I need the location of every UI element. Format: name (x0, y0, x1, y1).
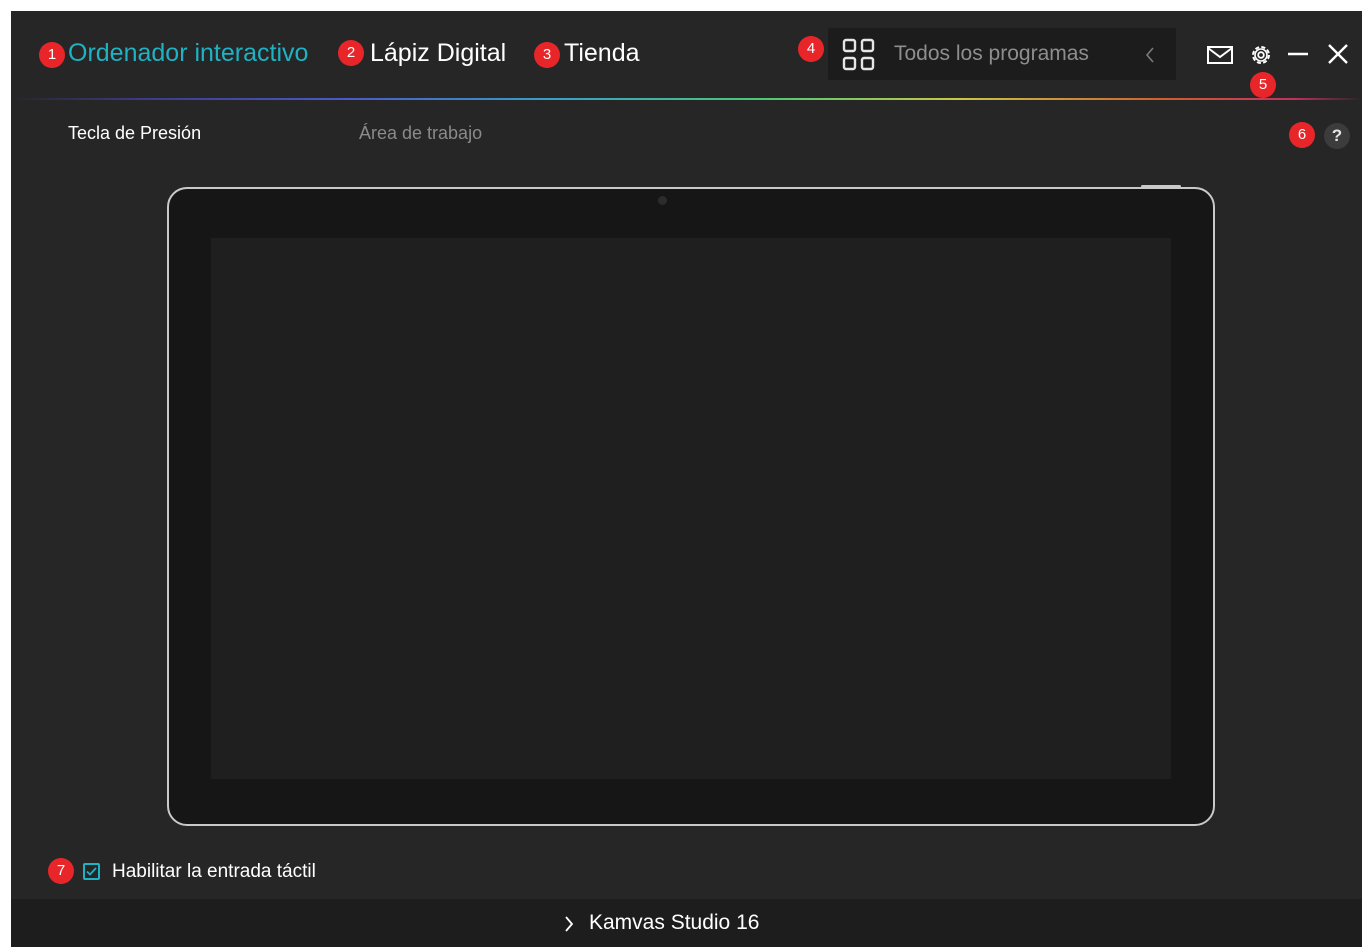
help-button[interactable]: ? (1324, 123, 1350, 149)
touch-input-label[interactable]: Habilitar la entrada táctil (112, 861, 316, 883)
nav-tienda[interactable]: Tienda (564, 39, 640, 68)
program-selector[interactable]: Todos los programas (828, 28, 1176, 80)
minimize-icon[interactable] (1287, 47, 1309, 61)
tab-tecla-de-presion[interactable]: Tecla de Presión (68, 123, 201, 144)
annotation-badge-4: 4 (798, 36, 824, 62)
grid-icon (842, 38, 875, 71)
chevron-left-icon[interactable] (1144, 46, 1156, 64)
tablet-illustration (167, 185, 1215, 826)
tablet-camera (658, 196, 667, 205)
device-footer[interactable]: Kamvas Studio 16 (11, 899, 1362, 947)
header-divider (11, 98, 1362, 100)
annotation-badge-7: 7 (48, 858, 74, 884)
touch-input-checkbox[interactable] (83, 863, 100, 880)
tab-area-de-trabajo[interactable]: Área de trabajo (359, 123, 482, 144)
annotation-badge-3: 3 (534, 42, 560, 68)
check-icon (86, 867, 97, 876)
tablet-screen (211, 238, 1171, 779)
tablet-power-button (1141, 185, 1181, 188)
annotation-badge-1: 1 (39, 42, 65, 68)
annotation-badge-5: 5 (1250, 72, 1276, 98)
nav-lapiz-digital[interactable]: Lápiz Digital (370, 39, 506, 68)
nav-ordenador-interactivo[interactable]: Ordenador interactivo (68, 39, 308, 68)
close-icon[interactable] (1327, 43, 1349, 65)
annotation-badge-2: 2 (338, 40, 364, 66)
device-name: Kamvas Studio 16 (589, 911, 760, 934)
top-bar: 1 Ordenador interactivo 2 Lápiz Digital … (11, 11, 1362, 99)
mail-icon[interactable] (1206, 45, 1234, 65)
app-window: 1 Ordenador interactivo 2 Lápiz Digital … (11, 11, 1362, 947)
gear-icon[interactable] (1249, 43, 1273, 67)
program-selector-label: Todos los programas (894, 42, 1089, 65)
chevron-right-icon (565, 916, 574, 932)
annotation-badge-6: 6 (1289, 122, 1315, 148)
